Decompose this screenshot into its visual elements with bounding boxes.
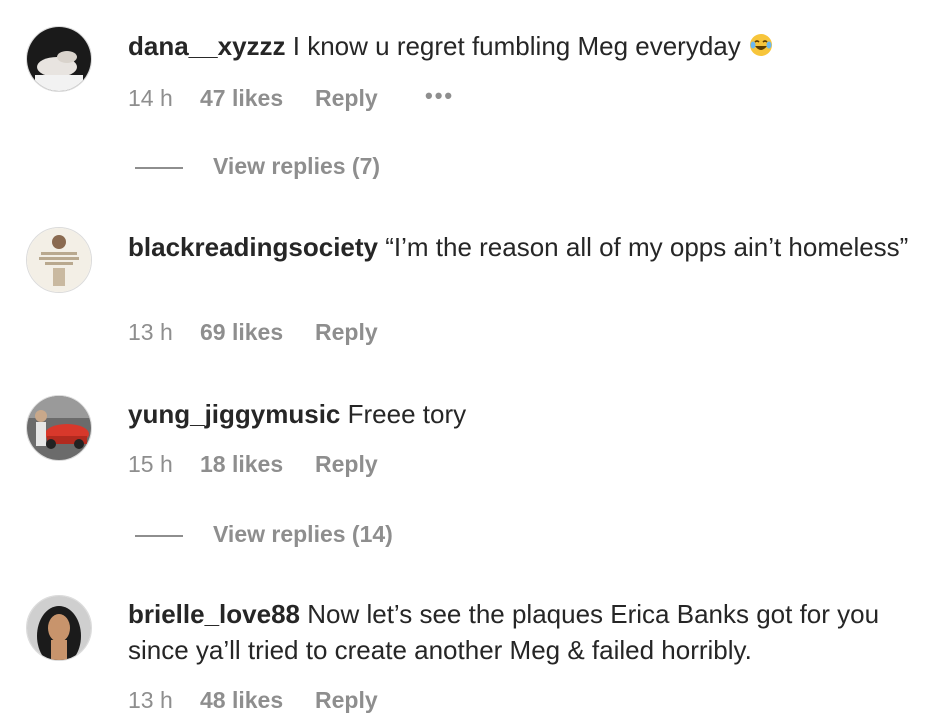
comment-text: Freee tory xyxy=(347,399,467,429)
comment-likes[interactable]: 18 likes xyxy=(200,450,315,478)
comment-time: 13 h xyxy=(128,319,173,345)
comment-username[interactable]: dana__xyzzz xyxy=(128,31,286,61)
reply-button[interactable]: Reply xyxy=(315,686,425,714)
view-replies-button[interactable]: View replies (14) xyxy=(135,520,393,548)
comment-meta: 13 h 69 likes Reply xyxy=(128,318,425,346)
laughing-emoji-icon xyxy=(748,31,774,57)
avatar[interactable] xyxy=(26,227,92,293)
avatar[interactable] xyxy=(26,26,92,92)
divider xyxy=(135,534,183,537)
more-options-icon[interactable]: ••• xyxy=(425,82,454,110)
comment-body: blackreadingsociety “I’m the reason all … xyxy=(128,229,918,265)
comment-text: “I’m the reason all of my opps ain’t hom… xyxy=(385,232,909,262)
comment-body: brielle_love88 Now let’s see the plaques… xyxy=(128,596,918,668)
comment-time: 15 h xyxy=(128,451,173,477)
avatar[interactable] xyxy=(26,395,92,461)
avatar[interactable] xyxy=(26,595,92,661)
view-replies-label: View replies (7) xyxy=(213,153,381,179)
reply-button[interactable]: Reply xyxy=(315,318,425,346)
comment-time: 13 h xyxy=(128,687,173,713)
comment-meta: 15 h 18 likes Reply xyxy=(128,450,425,478)
divider xyxy=(135,166,183,169)
comment-text: I know u regret fumbling Meg everyday xyxy=(292,31,741,61)
comment-likes[interactable]: 47 likes xyxy=(200,84,315,112)
view-replies-button[interactable]: View replies (7) xyxy=(135,152,380,180)
reply-button[interactable]: Reply xyxy=(315,450,425,478)
comment-username[interactable]: brielle_love88 xyxy=(128,599,300,629)
comment-likes[interactable]: 69 likes xyxy=(200,318,315,346)
view-replies-label: View replies (14) xyxy=(213,521,393,547)
reply-button[interactable]: Reply xyxy=(315,84,425,112)
comment-meta: 13 h 48 likes Reply xyxy=(128,686,425,714)
comment-body: dana__xyzzz I know u regret fumbling Meg… xyxy=(128,28,918,64)
comment-body: yung_jiggymusic Freee tory xyxy=(128,396,918,432)
comment-time: 14 h xyxy=(128,85,173,111)
comment-likes[interactable]: 48 likes xyxy=(200,686,315,714)
comment-username[interactable]: blackreadingsociety xyxy=(128,232,378,262)
comment-username[interactable]: yung_jiggymusic xyxy=(128,399,340,429)
comment-meta: 14 h 47 likes Reply ••• xyxy=(128,82,454,112)
